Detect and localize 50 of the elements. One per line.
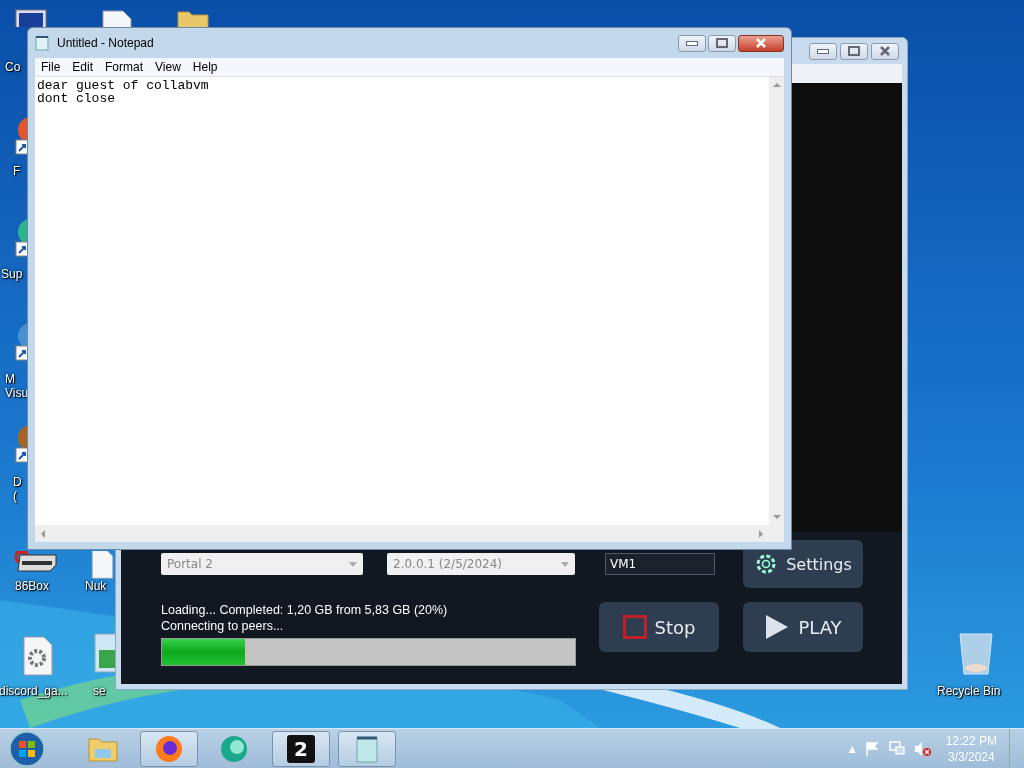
icon-label: discord_ga... [0, 684, 68, 698]
maximize-button[interactable] [708, 34, 736, 52]
shortcut-icon[interactable] [14, 218, 27, 258]
close-icon [755, 38, 767, 48]
taskbar-button[interactable]: 2 [272, 730, 330, 767]
app-icon: 2 [287, 734, 315, 763]
name-field[interactable]: VM1 [605, 553, 715, 575]
text-line: dont close [37, 92, 115, 105]
minimize-button[interactable] [809, 42, 837, 60]
text-area[interactable]: dear guest of collabvm dont close [35, 77, 784, 525]
menu-item[interactable]: Edit [66, 60, 100, 74]
maximize-button[interactable] [840, 42, 868, 60]
taskbar-button[interactable] [338, 730, 396, 767]
icon-label: Co [5, 60, 21, 74]
text-line: dear guest of collabvm [37, 79, 209, 92]
recycle-bin-icon[interactable] [956, 630, 996, 676]
play-button[interactable]: PLAY [743, 602, 863, 652]
icon-label: Sup [1, 267, 23, 281]
icon-label: D [13, 475, 22, 489]
icon-label: 86Box [15, 579, 50, 593]
icon-label: F [13, 164, 21, 178]
notepad-icon [35, 35, 49, 51]
icon-label: se [93, 684, 106, 698]
menu-item[interactable]: View [149, 60, 187, 74]
browser-icon [154, 733, 184, 764]
stop-button[interactable]: Stop [599, 602, 719, 652]
icon-label: Recycle Bin [937, 684, 1001, 698]
menu-item[interactable]: Format [99, 60, 150, 74]
settings-button[interactable]: Settings [743, 540, 863, 588]
start-button[interactable] [8, 729, 46, 768]
taskbar-button[interactable] [140, 730, 198, 767]
close-button[interactable] [871, 42, 899, 60]
shortcut-icon[interactable] [14, 424, 27, 464]
icon-label: Visu [5, 386, 29, 400]
close-icon [879, 46, 891, 56]
minimize-button[interactable] [678, 34, 706, 52]
icon-label: ( [13, 489, 18, 503]
shortcut-icon[interactable] [14, 116, 27, 156]
gear-file-icon[interactable] [22, 636, 54, 676]
icon-label: Nuk [85, 579, 107, 593]
computer-icon[interactable] [14, 8, 48, 27]
status-text: Connecting to peers... [161, 618, 285, 634]
menu-item[interactable]: File [35, 60, 67, 74]
shortcut-icon[interactable] [14, 322, 27, 362]
muted-speaker-icon[interactable] [913, 740, 932, 757]
window-title: Untitled - Notepad [57, 36, 154, 50]
close-button[interactable] [738, 34, 784, 52]
menu-item[interactable]: Help [186, 60, 224, 74]
icon-label: M [5, 372, 16, 386]
status-text: Loading... Completed: 1,20 GB from 5,83 GB (20%) [161, 602, 449, 618]
